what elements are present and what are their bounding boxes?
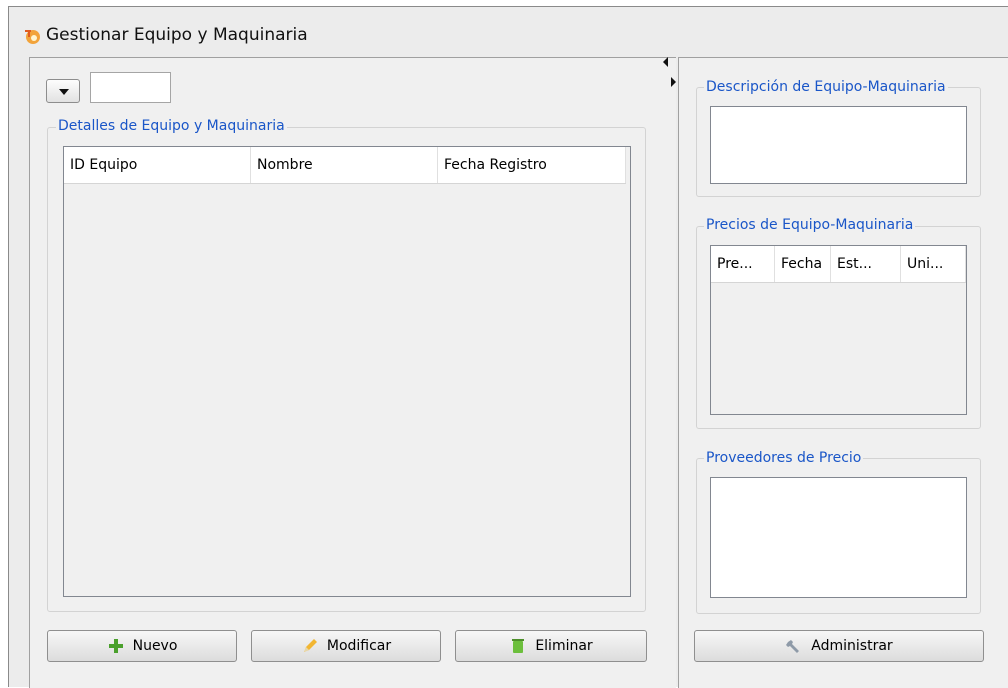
title-bar: Gestionar Equipo y Maquinaria (9, 7, 1008, 57)
prices-group-label: Precios de Equipo-Maquinaria (704, 217, 916, 233)
plus-icon (108, 639, 123, 653)
collapse-left-arrow-icon[interactable] (663, 57, 668, 67)
column-header-date[interactable]: Fecha Registro (438, 147, 626, 183)
details-group-label: Detalles de Equipo y Maquinaria (56, 118, 287, 134)
prices-table[interactable]: Pre... Fecha Est... Uni... (710, 245, 967, 415)
admin-button[interactable]: Administrar (694, 630, 984, 662)
edit-button-label: Modificar (326, 638, 392, 654)
equipment-table-header: ID Equipo Nombre Fecha Registro (64, 147, 626, 184)
column-header-unit[interactable]: Uni... (901, 246, 966, 282)
filter-dropdown-button[interactable] (46, 79, 80, 103)
column-header-name[interactable]: Nombre (251, 147, 438, 183)
description-group-label: Descripción de Equipo-Maquinaria (704, 79, 948, 95)
app-logo-icon (25, 30, 40, 44)
suppliers-group-label: Proveedores de Precio (704, 450, 864, 466)
edit-button[interactable]: Modificar (251, 630, 441, 662)
admin-button-label: Administrar (811, 638, 893, 654)
collapse-right-arrow-icon[interactable] (671, 77, 676, 87)
delete-button-label: Eliminar (535, 638, 593, 654)
column-header-id[interactable]: ID Equipo (64, 147, 251, 183)
pencil-icon (303, 639, 317, 652)
code-input[interactable] (90, 72, 171, 103)
equipment-table[interactable]: ID Equipo Nombre Fecha Registro (63, 146, 631, 597)
wrench-icon (786, 640, 800, 653)
column-header-price[interactable]: Pre... (711, 246, 775, 282)
column-header-date[interactable]: Fecha (775, 246, 831, 282)
window-title: Gestionar Equipo y Maquinaria (46, 25, 308, 45)
new-button-label: Nuevo (132, 638, 178, 654)
chevron-down-icon (59, 89, 69, 95)
new-button[interactable]: Nuevo (47, 630, 237, 662)
prices-table-header: Pre... Fecha Est... Uni... (711, 246, 966, 283)
description-textarea[interactable] (710, 106, 967, 184)
delete-button[interactable]: Eliminar (455, 630, 647, 662)
suppliers-list[interactable] (710, 477, 967, 598)
column-header-status[interactable]: Est... (831, 246, 901, 282)
trash-icon (512, 639, 525, 653)
